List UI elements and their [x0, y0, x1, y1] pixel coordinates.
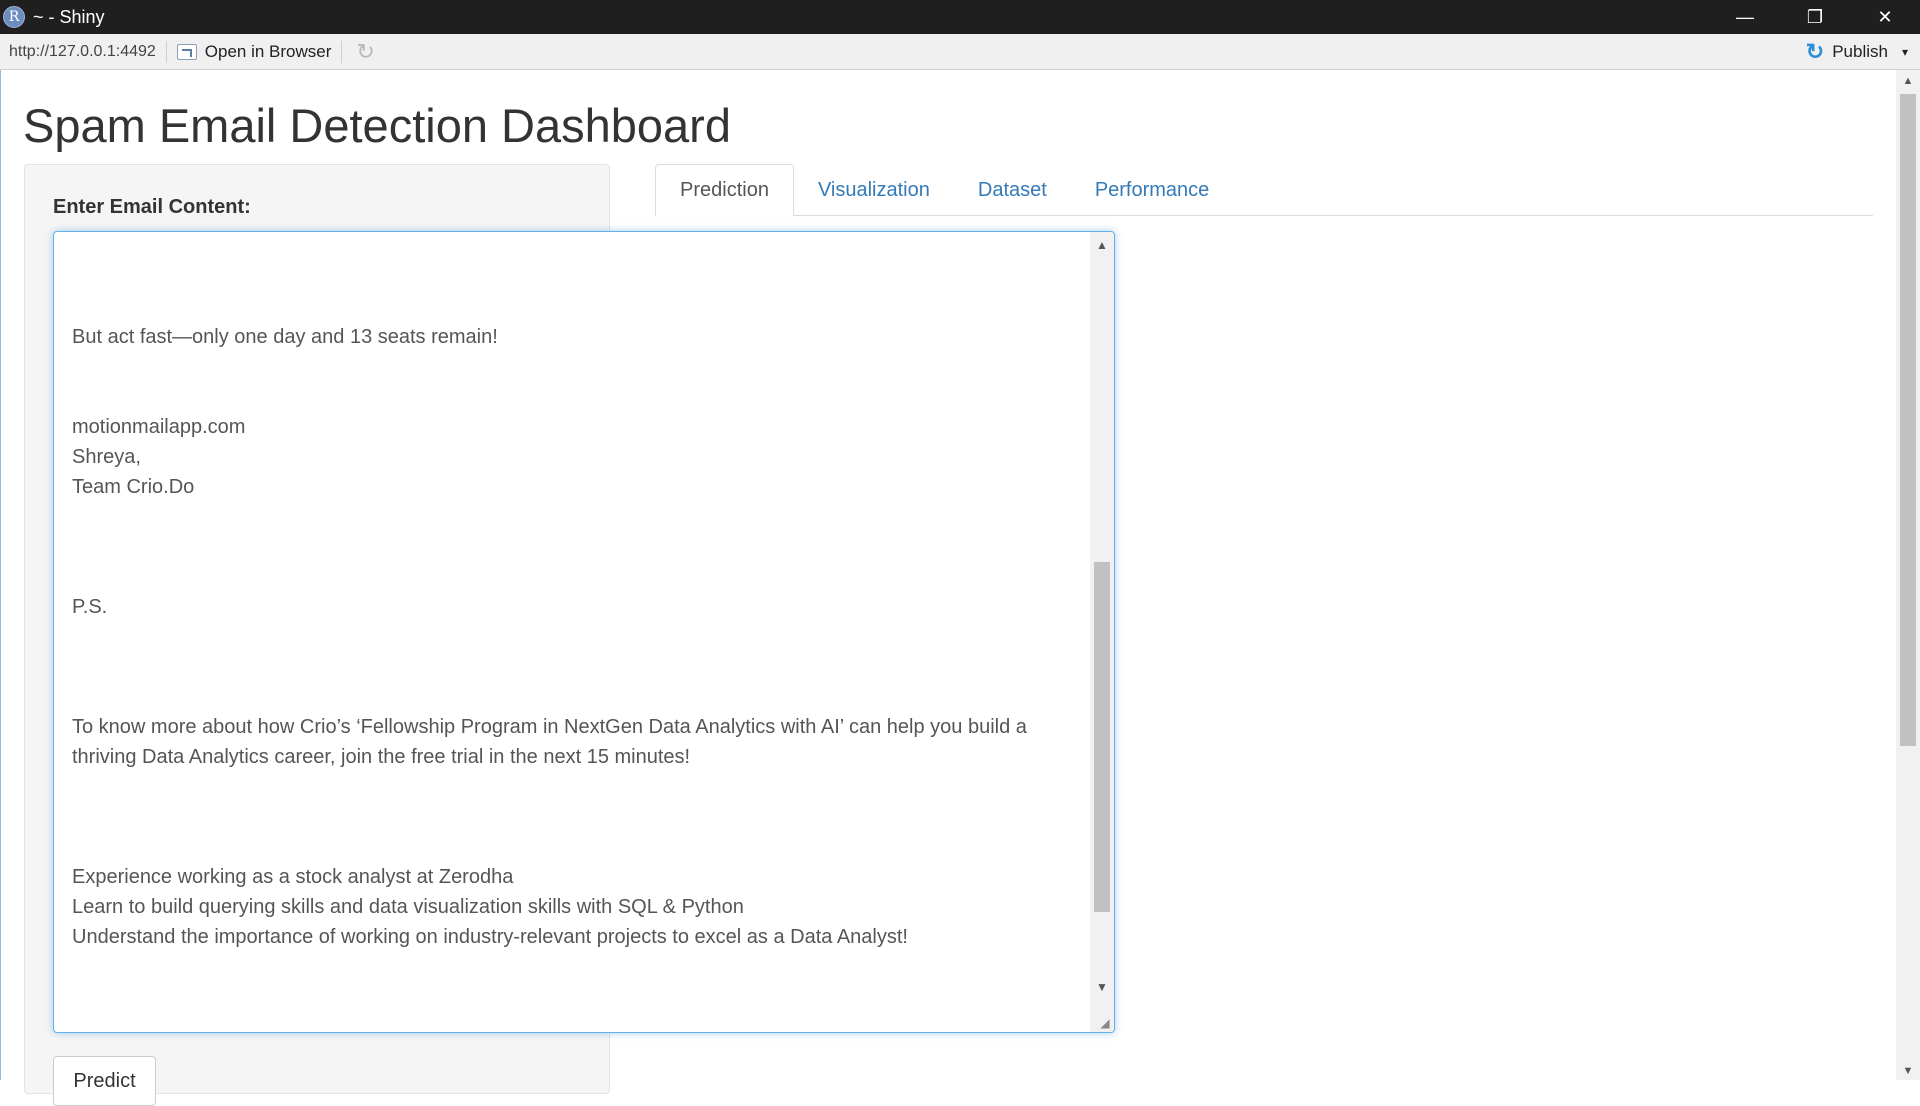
- open-in-browser-button[interactable]: Open in Browser: [176, 41, 332, 62]
- publish-icon: ↻: [1805, 39, 1825, 64]
- r-logo-icon: R: [3, 6, 25, 28]
- open-window-icon: [176, 43, 197, 60]
- toolbar-divider: [341, 40, 343, 63]
- scroll-up-icon[interactable]: ▲: [1896, 72, 1920, 90]
- tab-performance[interactable]: Performance: [1071, 164, 1234, 216]
- resize-handle-icon[interactable]: ◢: [1098, 1016, 1112, 1030]
- tab-prediction[interactable]: Prediction: [655, 164, 794, 217]
- email-content-label: Enter Email Content:: [53, 196, 251, 218]
- window-titlebar: R ~ - Shiny — ❐ ✕: [0, 0, 1920, 34]
- page-scrollbar[interactable]: ▲ ▼: [1896, 70, 1920, 1080]
- email-content-text[interactable]: But act fast—only one day and 13 seats r…: [72, 232, 1092, 952]
- window-title: ~ - Shiny: [33, 6, 105, 27]
- predict-button[interactable]: Predict: [53, 1056, 156, 1106]
- scroll-down-icon[interactable]: ▼: [1090, 976, 1114, 998]
- refresh-icon[interactable]: ↻: [356, 39, 374, 65]
- tab-bar: Prediction Visualization Dataset Perform…: [655, 164, 1873, 217]
- close-button[interactable]: ✕: [1850, 0, 1920, 34]
- publish-button[interactable]: ↻ Publish ▾: [1806, 34, 1908, 70]
- window-controls: — ❐ ✕: [1710, 0, 1920, 34]
- viewer-toolbar: http://127.0.0.1:4492 Open in Browser ↻ …: [0, 34, 1920, 70]
- chevron-down-icon[interactable]: ▾: [1902, 45, 1908, 59]
- open-in-browser-label: Open in Browser: [204, 41, 332, 61]
- minimize-button[interactable]: —: [1710, 0, 1780, 34]
- tab-visualization[interactable]: Visualization: [794, 164, 954, 216]
- email-content-textarea[interactable]: But act fast—only one day and 13 seats r…: [53, 231, 1115, 1033]
- url-display[interactable]: http://127.0.0.1:4492: [9, 43, 156, 61]
- page-scrollbar-thumb[interactable]: [1900, 94, 1916, 746]
- textarea-scrollbar[interactable]: ▲ ▼: [1090, 232, 1114, 1032]
- publish-label: Publish: [1832, 42, 1888, 61]
- scroll-up-icon[interactable]: ▲: [1090, 234, 1114, 256]
- textarea-scrollbar-thumb[interactable]: [1094, 562, 1110, 912]
- toolbar-divider: [165, 40, 167, 63]
- scroll-down-icon[interactable]: ▼: [1896, 1062, 1920, 1080]
- app-page: Spam Email Detection Dashboard Enter Ema…: [0, 70, 1920, 1106]
- page-title: Spam Email Detection Dashboard: [23, 99, 731, 152]
- restore-button[interactable]: ❐: [1780, 0, 1850, 34]
- tab-dataset[interactable]: Dataset: [954, 164, 1071, 216]
